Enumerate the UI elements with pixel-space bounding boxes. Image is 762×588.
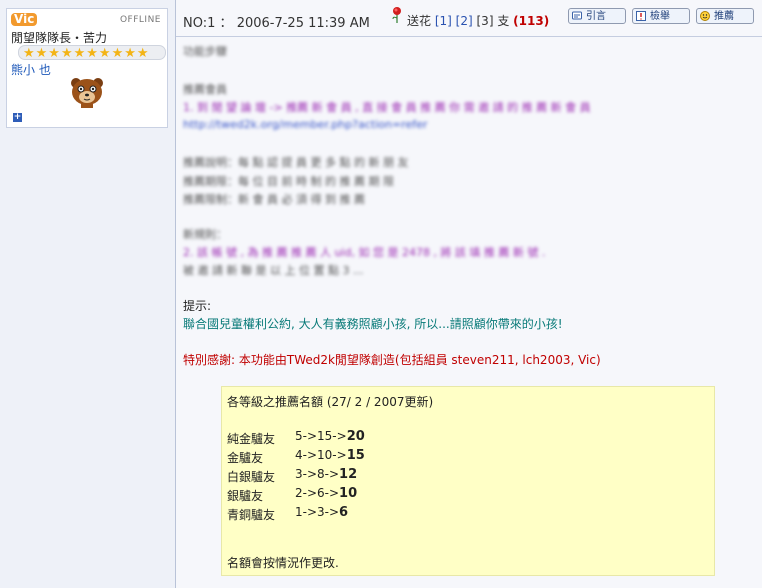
level-quota: 5->15->20 [295,429,365,444]
notice-footer: 名額會按情況作更改. [227,556,339,570]
blurred-line-8: 新規則： [183,228,227,241]
hint-label: 提示: [183,299,212,313]
user-sidebar: Vic OFFLINE 閒望隊隊長・苦力 ★★★★★★★★★★ 熊小 也 + [0,0,176,588]
flower-info: 送花 [1] [2] [3] 支 (113) [407,12,549,29]
level-quota: 2->6->10 [295,486,357,501]
quota-max: 6 [339,505,349,520]
quote-icon [572,11,582,20]
post-datetime: 2006-7-25 11:39 AM [236,16,370,31]
level-name: 青銅驢友 [227,508,276,522]
report-label: 檢舉 [650,11,670,22]
user-profile-card: Vic OFFLINE 閒望隊隊長・苦力 ★★★★★★★★★★ 熊小 也 + [6,8,168,128]
flower-unit: 支 [497,14,510,28]
quota-steps: 5->15-> [295,429,347,443]
quota-steps: 4->10-> [295,448,347,462]
report-button[interactable]: 檢舉 [632,8,690,24]
quota-notice-box: 各等級之推薦名額 (27/ 2 / 2007更新) 純金驢友 5->15->20… [221,386,715,576]
online-status: OFFLINE [119,15,161,25]
flower-count: (113) [513,14,550,28]
quote-button[interactable]: 引言 [568,8,626,24]
quota-max: 20 [346,429,365,444]
flower-link-3[interactable]: [3] [477,14,494,28]
level-name: 純金驢友 [227,432,276,446]
quota-max: 10 [339,486,358,501]
smiley-icon [700,11,710,21]
quota-max: 15 [346,448,365,463]
recommend-button[interactable]: 推薦 [696,8,754,24]
username-link[interactable]: Vic [11,13,38,26]
bear-avatar-icon [71,78,103,108]
thanks-text: 特別感謝: 本功能由TWed2k閒望隊創造(包括組員 steven211, lc… [183,353,601,367]
level-quota: 4->10->15 [295,448,365,463]
blurred-line-6: 推薦期限：每 位 目 前 時 制 的 推 薦 期 限 [183,175,394,188]
level-name: 白銀驢友 [227,470,276,484]
hint-text: 聯合國兒童權利公約, 大人有義務照顧小孩, 所以...請照顧你帶來的小孩! [183,317,563,331]
post-meta: NO:1 ： 2006-7-25 11:39 AM [183,12,370,31]
flower-label[interactable]: 送花 [407,14,431,28]
level-quota: 1->3->6 [295,505,348,520]
quota-steps: 1->3-> [295,505,340,519]
level-name: 銀驢友 [227,489,264,503]
quote-label: 引言 [586,11,606,22]
blurred-line-5: 推薦說明：每 點 認 提 員 更 多 點 的 新 朋 友 [183,156,409,169]
blurred-line-7: 推薦限制：新 會 員 必 須 得 到 推 薦 [183,193,365,206]
blurred-line-10: 被 邀 請 新 聯 是 以 上 位 置 點 3 ... [183,264,364,277]
blurred-line-3: 1. 到 閒 望 論 壇 -> 推薦 新 會 員 , 直 接 會 員 推 薦 你… [183,101,591,114]
post-separator: ： [219,16,233,31]
quota-max: 12 [339,467,358,482]
blurred-line-9: 2. 該 帳 號 , 為 推 薦 推 薦 人 uid, 如 您 是 2478 ,… [183,246,546,259]
post-number: NO:1 [183,16,216,31]
blurred-line-1: 功能步驟 [183,45,227,58]
flower-link-1[interactable]: [1] [435,14,452,28]
post-header: NO:1 ： 2006-7-25 11:39 AM 送花 [1] [2] [3]… [176,0,762,37]
quota-steps: 3->8-> [295,467,340,481]
quota-steps: 2->6-> [295,486,340,500]
level-name: 金驢友 [227,451,264,465]
recommend-label: 推薦 [714,11,734,22]
expand-profile-button[interactable]: + [13,113,22,122]
post-area: NO:1 ： 2006-7-25 11:39 AM 送花 [1] [2] [3]… [176,0,762,588]
rank-stars: ★★★★★★★★★★ [18,45,166,60]
user-title: 閒望隊隊長・苦力 [11,31,108,45]
username-row: Vic OFFLINE [11,13,163,27]
user-mood: 熊小 也 [11,63,51,77]
level-quota: 3->8->12 [295,467,357,482]
blurred-line-2: 推薦會員 [183,83,227,96]
notice-header: 各等級之推薦名額 (27/ 2 / 2007更新) [227,395,434,409]
blurred-link[interactable]: http://twed2k.org/member.php?action=refe… [183,118,427,131]
flower-link-2[interactable]: [2] [456,14,473,28]
report-icon [636,11,646,21]
rose-icon[interactable] [391,6,403,24]
